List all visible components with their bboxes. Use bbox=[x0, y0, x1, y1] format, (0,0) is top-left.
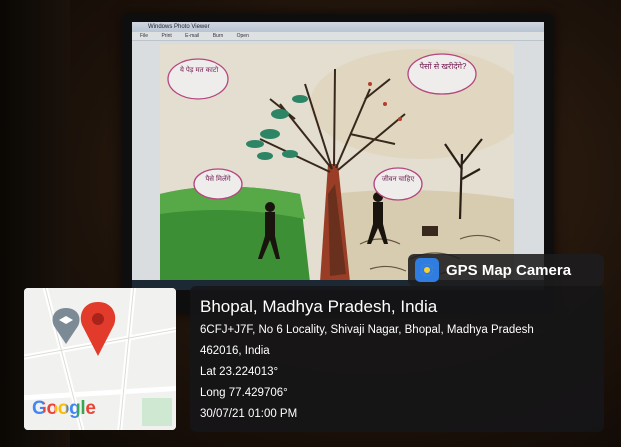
menu-print: Print bbox=[161, 33, 172, 39]
painting-illustration bbox=[160, 44, 530, 282]
window-menubar: File Print E-mail Burn Open bbox=[132, 32, 544, 41]
tree-painting: ये पेड़ मत काटो पैसों से खरीदेंगे? पैसे … bbox=[160, 44, 530, 282]
badge-label: GPS Map Camera bbox=[446, 261, 572, 279]
monitor-screen: Windows Photo Viewer File Print E-mail B… bbox=[132, 22, 544, 290]
longitude: Long 77.429706° bbox=[200, 387, 288, 399]
bubble-text-1: ये पेड़ मत काटो bbox=[179, 67, 219, 74]
address-line: 6CFJ+J7F, No 6 Locality, Shivaji Nagar, … bbox=[200, 324, 534, 336]
menu-email: E-mail bbox=[185, 33, 200, 39]
place-name: Bhopal, Madhya Pradesh, India bbox=[200, 297, 438, 316]
location-info-panel: Bhopal, Madhya Pradesh, India 6CFJ+J7F, … bbox=[190, 286, 604, 432]
bubble-text-2: पैसों से खरीदेंगे? bbox=[419, 62, 467, 71]
menu-open: Open bbox=[236, 33, 249, 39]
gps-camera-icon bbox=[415, 258, 439, 282]
menu-file: File bbox=[140, 33, 149, 39]
window-titlebar: Windows Photo Viewer bbox=[132, 22, 544, 32]
photo-scene: Windows Photo Viewer File Print E-mail B… bbox=[0, 0, 621, 447]
datetime: 30/07/21 01:00 PM bbox=[200, 408, 298, 420]
google-logo: Google bbox=[32, 398, 96, 419]
bubble-text-4: जीवन चाहिए bbox=[381, 176, 415, 183]
gps-camera-badge: GPS Map Camera bbox=[408, 254, 604, 286]
latitude: Lat 23.224013° bbox=[200, 366, 279, 378]
bubble-text-3: पैसे मिलेंगे bbox=[205, 176, 231, 183]
location-map: Google bbox=[24, 288, 176, 430]
menu-burn: Burn bbox=[212, 33, 224, 39]
window-title: Windows Photo Viewer bbox=[148, 24, 210, 30]
postal-line: 462016, India bbox=[200, 345, 270, 357]
